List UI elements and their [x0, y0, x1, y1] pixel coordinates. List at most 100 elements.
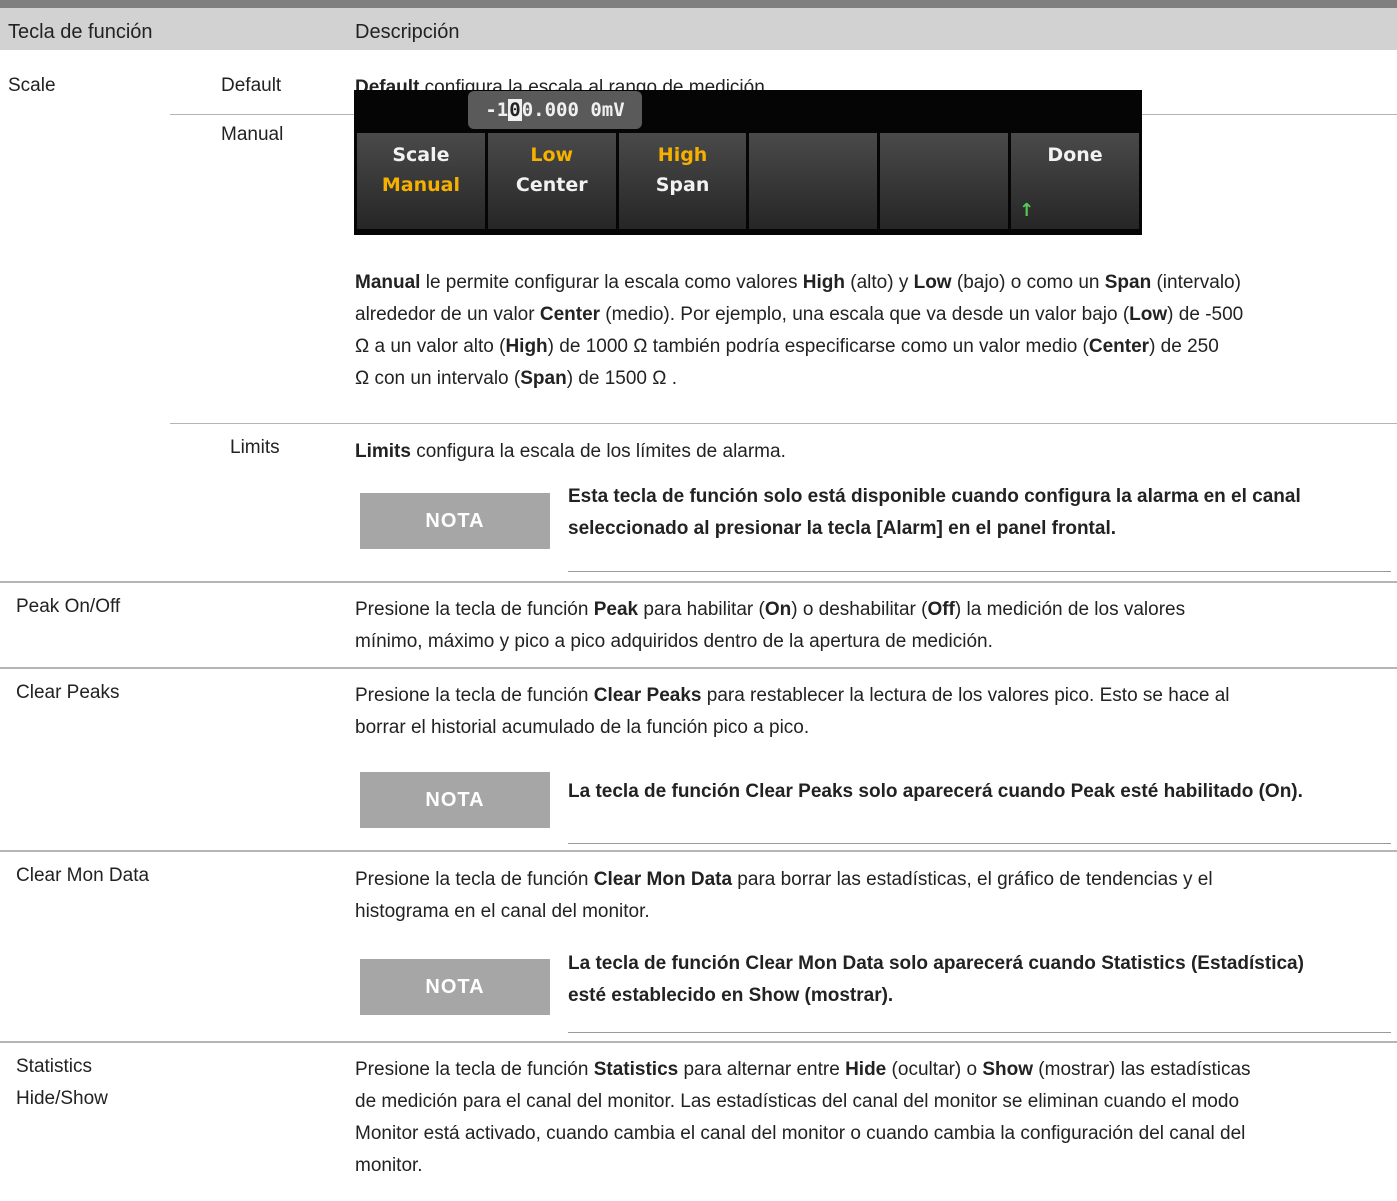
- row-divider: [0, 581, 1397, 583]
- header-col-softkey: Tecla de función: [8, 21, 153, 43]
- statistics-description: Presione la tecla de función Statistics …: [355, 1054, 1395, 1182]
- text: ) de 1500 Ω .: [566, 368, 678, 389]
- text: Presione la tecla de función: [355, 599, 594, 620]
- text: (medio). Por ejemplo, una escala que va …: [600, 304, 1130, 325]
- softkey-line2: Center: [515, 174, 588, 196]
- note-limits: Esta tecla de función solo está disponib…: [568, 481, 1301, 545]
- header-col-description: Descripción: [355, 21, 460, 43]
- kw-on: On: [764, 599, 792, 620]
- text: para restablecer la lectura de los valor…: [701, 685, 1230, 706]
- manual-description: Manual le permite configurar la escala c…: [355, 267, 1395, 395]
- header-top-rule: [0, 0, 1397, 8]
- nota-badge: NOTA: [360, 959, 550, 1015]
- softkey-high-span[interactable]: High Span: [618, 133, 747, 229]
- kw-center: Center: [539, 304, 601, 325]
- sublabel-limits: Limits: [230, 437, 280, 458]
- text: ) de 1000 Ω también podría especificarse…: [547, 336, 1089, 357]
- softkey-line2: Manual: [381, 174, 460, 196]
- instrument-display: -100.000 0mV Scale Manual Low Center Hig…: [354, 90, 1142, 235]
- note-line: seleccionado al presionar la tecla [Alar…: [568, 518, 1117, 539]
- note-line: esté establecido en Show (mostrar).: [568, 985, 894, 1006]
- kw-low: Low: [1129, 304, 1168, 325]
- entry-cursor-digit: 0: [508, 99, 522, 121]
- kw-peak: Peak: [593, 599, 639, 620]
- row-label-statistics: Statistics Hide/Show: [16, 1051, 108, 1115]
- note-underline: [568, 843, 1391, 844]
- kw-center: Center: [1088, 336, 1150, 357]
- kw-off: Off: [927, 599, 955, 620]
- clear-peaks-description: Presione la tecla de función Clear Peaks…: [355, 680, 1395, 744]
- text: ) de -500: [1167, 304, 1244, 325]
- label-line: Statistics: [16, 1056, 93, 1077]
- kw-span: Span: [1104, 272, 1152, 293]
- softkey-empty-5[interactable]: [880, 133, 1009, 229]
- clear-mon-description: Presione la tecla de función Clear Mon D…: [355, 864, 1395, 928]
- kw-hide: Hide: [845, 1059, 887, 1080]
- kw-manual: Manual: [355, 272, 421, 293]
- sublabel-manual: Manual: [221, 124, 284, 145]
- softkey-done[interactable]: Done ↑: [1011, 133, 1139, 229]
- note-clear-mon: La tecla de función Clear Mon Data solo …: [568, 948, 1304, 1012]
- kw-low: Low: [913, 272, 952, 293]
- row-divider: [0, 1041, 1397, 1043]
- softkey-line1: Low: [530, 144, 574, 166]
- text: Monitor está activado, cuando cambia el …: [355, 1123, 1246, 1144]
- note-clear-peaks: La tecla de función Clear Peaks solo apa…: [568, 781, 1303, 802]
- text: alrededor de un valor: [355, 304, 540, 325]
- kw-high: High: [505, 336, 548, 357]
- text: configura la escala de los límites de al…: [410, 441, 786, 462]
- text: para habilitar (: [638, 599, 765, 620]
- row-label-scale: Scale: [8, 75, 56, 96]
- note-underline: [568, 571, 1391, 572]
- row-divider: [0, 850, 1397, 852]
- text: Presione la tecla de función: [355, 1059, 594, 1080]
- kw-span: Span: [520, 368, 567, 389]
- limits-description: Limits configura la escala de los límite…: [355, 436, 786, 468]
- table-header: Tecla de función Descripción: [0, 8, 1397, 50]
- text: (intervalo): [1151, 272, 1241, 293]
- text: histograma en el canal del monitor.: [355, 901, 650, 922]
- nota-badge: NOTA: [360, 772, 550, 828]
- text: de medición para el canal del monitor. L…: [355, 1091, 1240, 1112]
- peak-description: Presione la tecla de función Peak para h…: [355, 594, 1395, 658]
- kw-clear-mon-data: Clear Mon Data: [593, 869, 733, 890]
- sublabel-default: Default: [221, 75, 282, 96]
- kw-high: High: [802, 272, 845, 293]
- row-label-clear-mon-data: Clear Mon Data: [16, 865, 150, 886]
- text: (bajo) o como un: [951, 272, 1105, 293]
- text: (ocultar) o: [886, 1059, 983, 1080]
- row-label-peak: Peak On/Off: [16, 596, 121, 617]
- note-line: La tecla de función Clear Mon Data solo …: [568, 953, 1304, 974]
- text: para alternar entre: [678, 1059, 846, 1080]
- text: mínimo, máximo y pico a pico adquiridos …: [355, 631, 993, 652]
- entry-suffix: 0.000 0mV: [521, 99, 625, 121]
- softkey-low-center[interactable]: Low Center: [487, 133, 616, 229]
- text: Presione la tecla de función: [355, 685, 594, 706]
- row-label-clear-peaks: Clear Peaks: [16, 682, 120, 703]
- label-line: Hide/Show: [16, 1088, 108, 1109]
- text: le permite configurar la escala como val…: [420, 272, 803, 293]
- text: Presione la tecla de función: [355, 869, 594, 890]
- text: (alto) y: [844, 272, 914, 293]
- softkey-empty-4[interactable]: [749, 133, 878, 229]
- kw-limits: Limits: [355, 441, 411, 462]
- row-divider: [0, 667, 1397, 669]
- scale-value-entry[interactable]: -100.000 0mV: [468, 91, 642, 129]
- softkey-line1: Done: [1047, 144, 1103, 166]
- softkey-scale-manual[interactable]: Scale Manual: [357, 133, 485, 229]
- entry-prefix: -1: [485, 99, 509, 121]
- text: ) la medición de los valores: [954, 599, 1186, 620]
- text: Ω a un valor alto (: [355, 336, 506, 357]
- softkey-line1: Scale: [392, 144, 450, 166]
- text: ) o deshabilitar (: [791, 599, 928, 620]
- kw-statistics: Statistics: [593, 1059, 679, 1080]
- text: Ω con un intervalo (: [355, 368, 521, 389]
- up-arrow-icon: ↑: [1019, 200, 1035, 221]
- softkey-line2: Span: [655, 174, 710, 196]
- text: para borrar las estadísticas, el gráfico…: [732, 869, 1213, 890]
- softkey-bar: Scale Manual Low Center High Span Done ↑: [357, 133, 1139, 229]
- note-line: Esta tecla de función solo está disponib…: [568, 486, 1301, 507]
- softkey-line1: High: [657, 144, 708, 166]
- note-underline: [568, 1032, 1391, 1033]
- text: borrar el historial acumulado de la func…: [355, 717, 810, 738]
